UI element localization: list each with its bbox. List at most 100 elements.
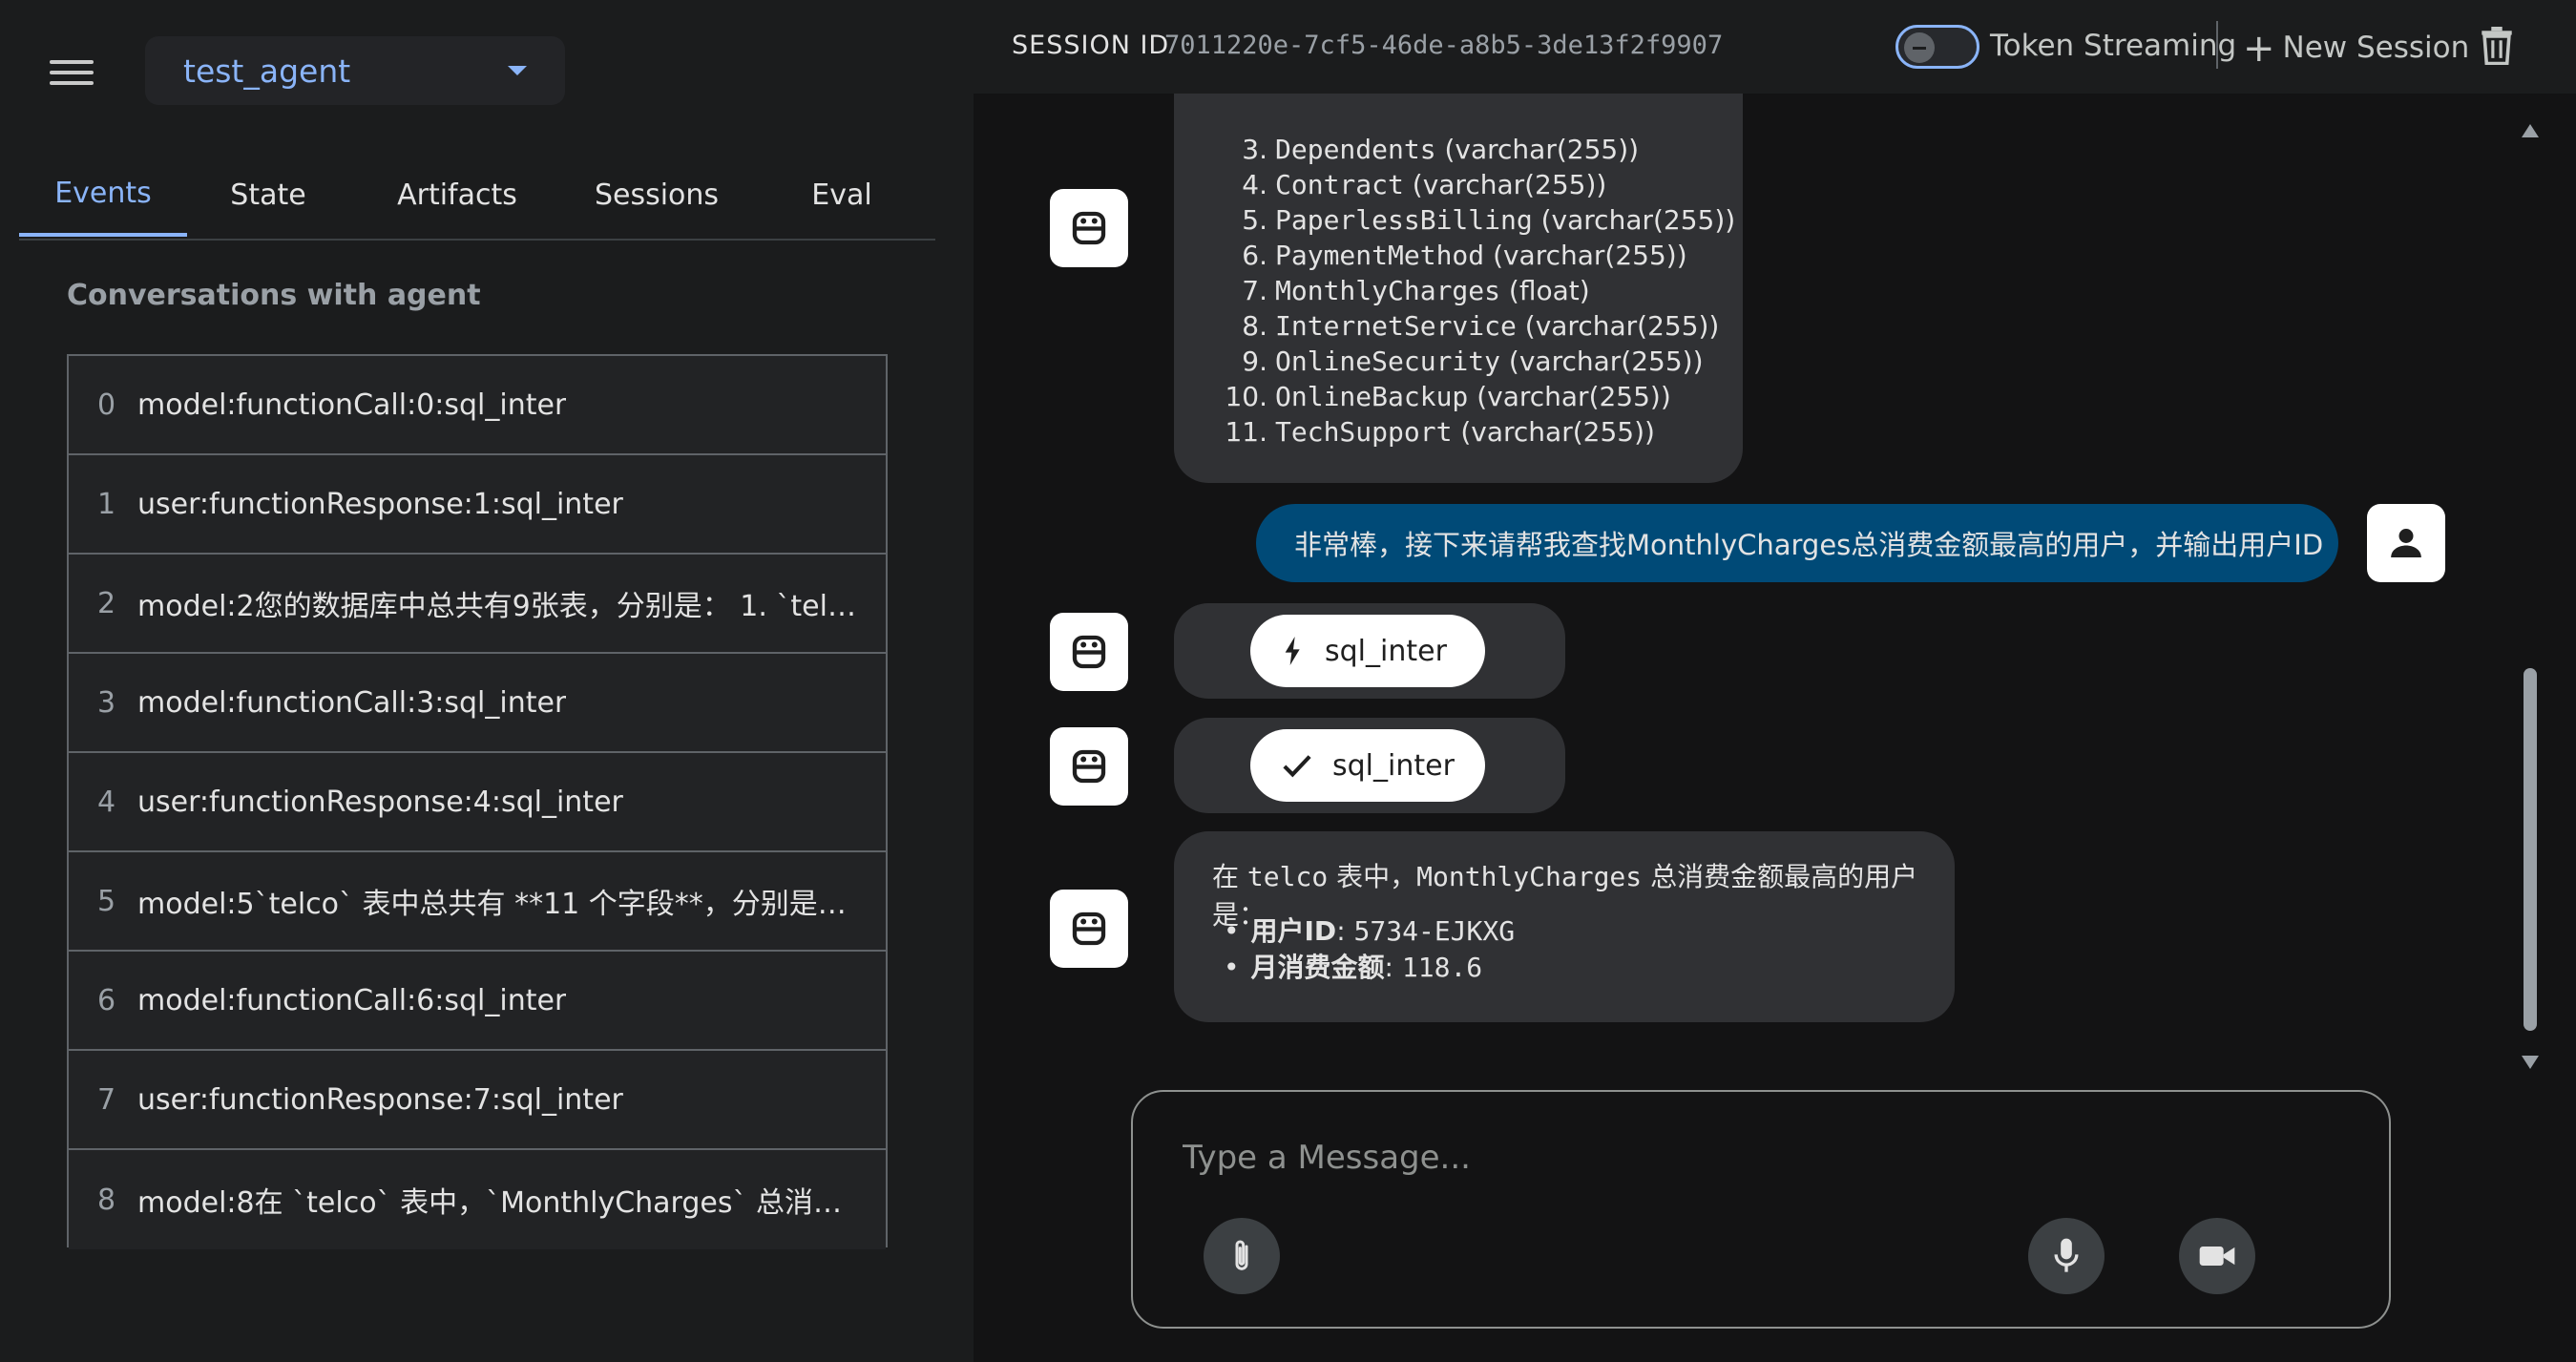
event-row[interactable]: 3 model:functionCall:3:sql_inter bbox=[69, 654, 886, 753]
bot-avatar bbox=[1050, 189, 1128, 267]
tool-response-message: sql_inter bbox=[1174, 718, 1565, 813]
session-id-value: 7011220e-7cf5-46de-a8b5-3de13f2f9907 bbox=[1164, 31, 1724, 60]
list-item: 6. PaymentMethod (varchar(255)) bbox=[1212, 238, 1735, 273]
answer-middle: 表中， bbox=[1336, 861, 1417, 892]
item-number: 6. bbox=[1242, 240, 1267, 271]
event-index: 6 bbox=[97, 983, 116, 1017]
field-name: MonthlyCharges bbox=[1275, 275, 1501, 306]
bot-avatar bbox=[1050, 613, 1128, 691]
function-call-label: sql_inter bbox=[1325, 634, 1447, 668]
trash-icon[interactable] bbox=[2480, 27, 2514, 65]
bot-avatar bbox=[1050, 727, 1128, 806]
event-row[interactable]: 7 user:functionResponse:7:sql_inter bbox=[69, 1051, 886, 1150]
answer-item-value: 5734-EJKXG bbox=[1353, 915, 1516, 947]
event-index: 2 bbox=[97, 586, 116, 620]
list-item: 10. OnlineBackup (varchar(255)) bbox=[1212, 379, 1735, 414]
item-number: 9. bbox=[1242, 346, 1267, 377]
token-streaming-label: Token Streaming bbox=[1990, 29, 2237, 63]
field-type: (varchar(255)) bbox=[1540, 204, 1736, 236]
robot-icon bbox=[1072, 211, 1106, 245]
scrollbar-thumb[interactable] bbox=[2524, 668, 2537, 1031]
sidebar-tabs: Events State Artifacts Sessions Eval bbox=[19, 153, 935, 241]
event-index: 7 bbox=[97, 1082, 116, 1117]
chat-scrollbar[interactable] bbox=[2520, 124, 2539, 1069]
session-id-label: SESSION ID bbox=[1012, 31, 1170, 60]
user-message: 非常棒，接下来请帮我查找MonthlyCharges总消费金额最高的用户，并输出… bbox=[1256, 504, 2338, 582]
event-row[interactable]: 2 model:2您的数据库中总共有9张表，分别是： 1. `telco` 2..… bbox=[69, 555, 886, 654]
attach-button[interactable] bbox=[1204, 1218, 1280, 1294]
person-icon bbox=[2391, 529, 2421, 557]
robot-icon bbox=[1072, 635, 1106, 669]
sidebar: test_agent Events State Artifacts Sessio… bbox=[0, 0, 974, 1362]
user-message-text: 非常棒，接下来请帮我查找MonthlyCharges总消费金额最高的用户，并输出… bbox=[1294, 529, 2324, 561]
item-number: 7. bbox=[1242, 275, 1267, 306]
event-row[interactable]: 6 model:functionCall:6:sql_inter bbox=[69, 952, 886, 1051]
bot-avatar bbox=[1050, 890, 1128, 968]
toggle-knob bbox=[1904, 32, 1935, 63]
event-list: 0 model:functionCall:0:sql_inter 1 user:fu… bbox=[67, 354, 888, 1249]
agent-answer-message: 在 telco 表中，MonthlyCharges 总消费金额最高的用户是： 用… bbox=[1174, 831, 1955, 1022]
field-name: TechSupport bbox=[1275, 416, 1453, 448]
item-number: 10. bbox=[1225, 381, 1267, 412]
tab-events[interactable]: Events bbox=[19, 153, 187, 237]
field-type: (varchar(255)) bbox=[1493, 240, 1687, 271]
list-item: 9. OnlineSecurity (varchar(255)) bbox=[1212, 344, 1735, 379]
event-text: model:2您的数据库中总共有9张表，分别是： 1. `telco` 2...… bbox=[137, 590, 863, 623]
field-type: (varchar(255)) bbox=[1476, 381, 1671, 412]
event-row[interactable]: 1 user:functionResponse:1:sql_inter bbox=[69, 455, 886, 555]
event-text: user:functionResponse:1:sql_inter bbox=[137, 487, 623, 521]
field-type: (varchar(255)) bbox=[1412, 169, 1607, 200]
plus-icon: + bbox=[2243, 27, 2275, 71]
event-row[interactable]: 4 user:functionResponse:4:sql_inter bbox=[69, 753, 886, 852]
microphone-icon bbox=[2054, 1238, 2079, 1272]
chat-area: 3. Dependents (varchar(255)) 4. Contract (… bbox=[974, 94, 2520, 1077]
list-item: 月消费金额: 118.6 bbox=[1250, 950, 1515, 986]
item-number: 3. bbox=[1242, 134, 1267, 165]
robot-icon bbox=[1072, 911, 1106, 946]
field-list-message: 3. Dependents (varchar(255)) 4. Contract (… bbox=[1174, 94, 1743, 483]
new-session-label: New Session bbox=[2282, 31, 2470, 65]
item-number: 5. bbox=[1242, 204, 1267, 236]
field-name: PaperlessBilling bbox=[1275, 204, 1533, 236]
field-type: (varchar(255)) bbox=[1444, 134, 1640, 165]
agent-select[interactable]: test_agent bbox=[145, 36, 565, 105]
function-response-chip[interactable]: sql_inter bbox=[1250, 729, 1485, 802]
event-row[interactable]: 0 model:functionCall:0:sql_inter bbox=[69, 356, 886, 455]
field-name: PaymentMethod bbox=[1275, 240, 1485, 271]
tab-artifacts[interactable]: Artifacts bbox=[349, 153, 565, 237]
conversations-title: Conversations with agent bbox=[67, 279, 481, 312]
message-input[interactable] bbox=[1181, 1130, 2330, 1185]
user-avatar bbox=[2367, 504, 2445, 582]
tab-state[interactable]: State bbox=[187, 153, 349, 237]
event-row[interactable]: 8 model:8在 `telco` 表中，`MonthlyCharges` 总消… bbox=[69, 1150, 886, 1249]
event-index: 4 bbox=[97, 785, 116, 819]
microphone-button[interactable] bbox=[2028, 1218, 2105, 1294]
event-text: user:functionResponse:7:sql_inter bbox=[137, 1082, 623, 1117]
event-text: model:functionCall:6:sql_inter bbox=[137, 983, 567, 1017]
item-number: 4. bbox=[1242, 169, 1267, 200]
new-session-button[interactable]: + New Session bbox=[2243, 27, 2469, 71]
event-text: model:functionCall:3:sql_inter bbox=[137, 685, 567, 720]
tab-sessions[interactable]: Sessions bbox=[565, 153, 748, 237]
function-call-chip[interactable]: sql_inter bbox=[1250, 615, 1485, 687]
item-number: 11. bbox=[1225, 416, 1267, 448]
scroll-up-icon[interactable] bbox=[2522, 124, 2539, 137]
tab-eval[interactable]: Eval bbox=[748, 153, 935, 237]
event-text: model:5`telco` 表中总共有 **11 个字段**，分别是： 1. … bbox=[137, 888, 863, 921]
answer-item-value: 118.6 bbox=[1401, 952, 1483, 983]
paperclip-icon bbox=[1235, 1240, 1248, 1270]
robot-icon bbox=[1072, 749, 1106, 784]
menu-icon[interactable] bbox=[50, 53, 94, 92]
list-item: 5. PaperlessBilling (varchar(255)) bbox=[1212, 202, 1735, 238]
camera-button[interactable] bbox=[2179, 1218, 2255, 1294]
answer-item-label: 用户ID bbox=[1250, 915, 1337, 947]
token-streaming-toggle[interactable] bbox=[1895, 25, 1979, 69]
event-text: model:functionCall:0:sql_inter bbox=[137, 388, 567, 422]
videocam-icon bbox=[2199, 1247, 2235, 1266]
event-row[interactable]: 5 model:5`telco` 表中总共有 **11 个字段**，分别是： 1.… bbox=[69, 852, 886, 952]
event-index: 3 bbox=[97, 685, 116, 720]
field-type: (float) bbox=[1508, 275, 1590, 306]
answer-prefix: 在 bbox=[1212, 861, 1240, 892]
message-composer bbox=[1131, 1090, 2391, 1329]
scroll-down-icon[interactable] bbox=[2522, 1056, 2539, 1069]
